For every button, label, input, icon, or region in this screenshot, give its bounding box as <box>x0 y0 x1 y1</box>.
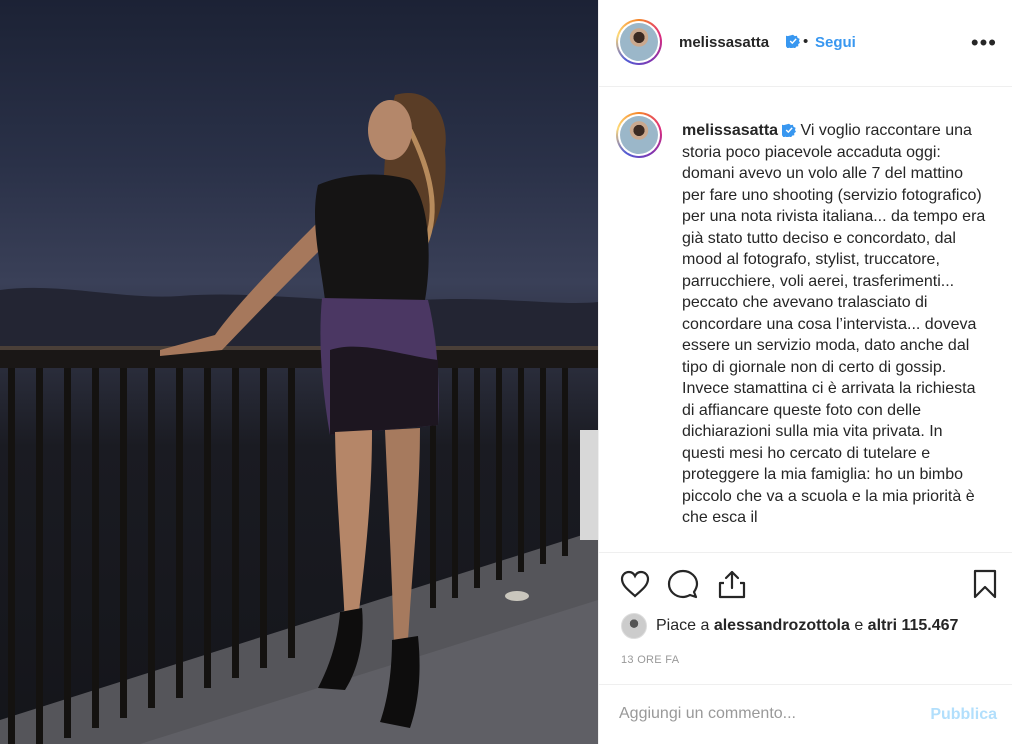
likes-others-count[interactable]: altri 115.467 <box>868 617 959 634</box>
caption-avatar[interactable] <box>616 112 662 158</box>
caption-username[interactable]: melissasatta <box>682 122 778 139</box>
verified-badge-icon <box>782 33 800 51</box>
liker-username[interactable]: alessandrozottola <box>714 617 850 634</box>
heart-icon[interactable] <box>619 568 651 600</box>
comment-icon[interactable] <box>667 568 699 600</box>
follow-button[interactable]: Segui <box>815 34 856 51</box>
post-header: melissasatta • Segui ••• <box>599 0 1012 87</box>
post-photo[interactable] <box>0 0 598 744</box>
bookmark-icon[interactable] <box>969 568 1001 600</box>
caption-text: Vi voglio raccontare una storia poco pia… <box>682 122 990 526</box>
caption-body: melissasatta Vi voglio raccontare una st… <box>682 120 987 529</box>
post-timestamp[interactable]: 13 ORE FA <box>621 654 679 666</box>
liker-avatar[interactable] <box>621 613 647 639</box>
photo-illustration <box>0 93 598 744</box>
header-separator: • <box>803 33 809 50</box>
share-icon[interactable] <box>716 568 748 600</box>
likes-summary: Piace a alessandrozottola e altri 115.46… <box>656 617 958 635</box>
likes-row: Piace a alessandrozottola e altri 115.46… <box>621 612 958 640</box>
caption-verified-badge-icon <box>782 123 797 137</box>
action-bar <box>599 555 1012 613</box>
author-username[interactable]: melissasatta <box>679 34 769 51</box>
more-options-icon[interactable]: ••• <box>971 30 997 56</box>
post-panel: melissasatta • Segui ••• melissasatta Vi… <box>598 0 1012 744</box>
comment-input[interactable] <box>619 702 909 726</box>
comment-bar: Pubblica <box>599 684 1012 744</box>
post-caption: melissasatta Vi voglio raccontare una st… <box>599 88 1012 553</box>
likes-prefix: Piace a <box>656 617 710 634</box>
likes-conjunction: e <box>854 617 864 634</box>
publish-button[interactable]: Pubblica <box>930 706 997 724</box>
author-avatar[interactable] <box>616 19 662 65</box>
